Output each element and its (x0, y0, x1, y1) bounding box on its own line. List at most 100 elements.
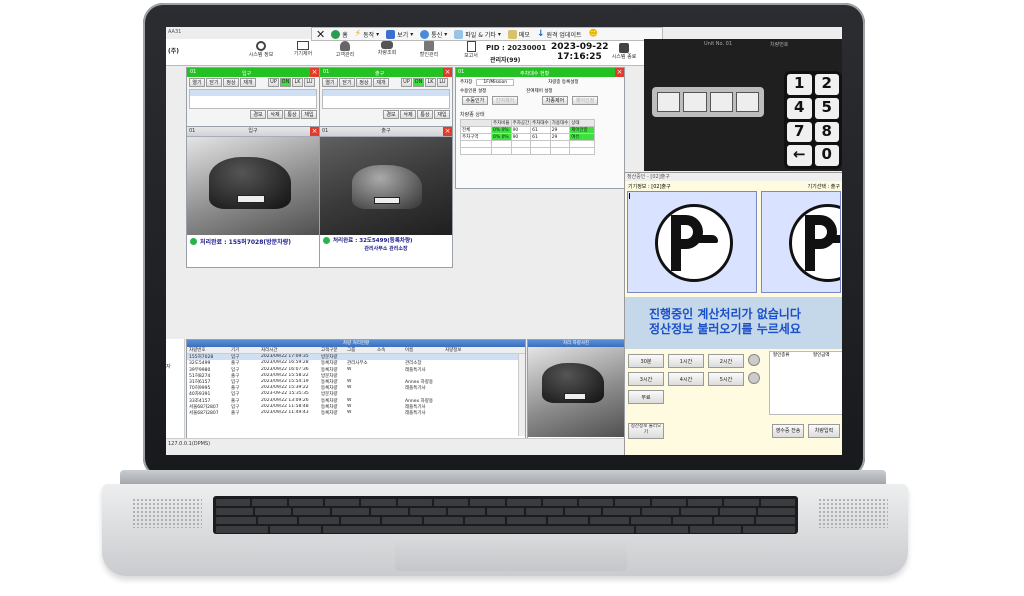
numeric-keypad: 1 2 4 5 7 8 ← 0 (784, 71, 842, 169)
lane-title: 입구 (242, 71, 252, 77)
right-speaker-grille (818, 498, 888, 528)
duration-buttons: 30분 1시간 2시간 3시간 4시간 5시간 무료 (625, 351, 769, 419)
key-4[interactable]: 4 (787, 97, 812, 119)
delete-button[interactable]: 삭제 (267, 110, 283, 119)
close-icon[interactable]: ✕ (316, 28, 325, 41)
duration-1h-button[interactable]: 1시간 (668, 354, 704, 368)
duration-30min-button[interactable]: 30분 (628, 354, 664, 368)
table-row (460, 147, 596, 155)
left-speaker-grille (132, 498, 202, 528)
home-menu[interactable]: 홈 (331, 29, 348, 39)
smiley-icon[interactable]: ☻ (588, 29, 597, 39)
parking-icon (789, 204, 841, 282)
duration-4h-button[interactable]: 4시간 (668, 372, 704, 386)
backspace-key[interactable]: ← (787, 145, 812, 166)
key-1[interactable]: 1 (787, 74, 812, 95)
payment-window: 정산중인 - [02]출구 기기정보 : [02]출구 기기선택 : 출구 진행… (624, 172, 842, 455)
normal-button[interactable]: 정상 (223, 78, 239, 87)
history-header: 차량번호 기기 처리시간 고객구분 그룹 소속 이름 처량정보 (187, 347, 525, 355)
vehicle-type-control-button[interactable]: 차종제어 (542, 96, 568, 105)
system-exit-button[interactable]: 시스템 종료 (609, 43, 639, 60)
view-menu[interactable]: 보기 ▾ (386, 29, 413, 39)
tag-icon (424, 41, 434, 51)
receipt-send-button[interactable]: 영수증 전송 (772, 424, 804, 438)
screen: AA31 (주) 시스템 정보 기기제어 고객관리 차량조회 할인관리 보고서 … (166, 27, 842, 455)
device-select[interactable]: 기기선택 : 출구 (808, 183, 840, 190)
manual-approve-button[interactable]: 수동인가 (462, 96, 488, 105)
alarm-button[interactable]: 경보 (250, 110, 266, 119)
pass-button[interactable]: 통상 (417, 110, 433, 119)
control-approve-button[interactable]: 제어인정 (572, 96, 598, 105)
duration-3h-button[interactable]: 3시간 (628, 372, 664, 386)
reenter-button[interactable]: 재입 (301, 110, 317, 119)
vehicle-input-button[interactable]: 차량입력 (808, 424, 840, 438)
duration-2h-button[interactable]: 2시간 (708, 354, 744, 368)
discount-button[interactable]: 할인관리 (408, 40, 450, 64)
alarm-button[interactable]: 경보 (383, 110, 399, 119)
key-8[interactable]: 8 (814, 121, 839, 143)
file-menu[interactable]: 파일 & 기타 ▾ (454, 29, 501, 39)
lightning-icon: ⚡ (354, 29, 362, 39)
duration-5h-button[interactable]: 5시간 (708, 372, 744, 386)
key-7[interactable]: 7 (787, 121, 812, 143)
open-gate-button[interactable]: 열기 (322, 78, 338, 87)
normal-button[interactable]: 정상 (356, 78, 372, 87)
close-gate-button[interactable]: 닫기 (206, 78, 222, 87)
entry-plate-result: 처리완료 : 155허7028(방문차량) (187, 235, 319, 247)
comm-menu[interactable]: 통신 ▾ (420, 29, 447, 39)
remote-update-button[interactable]: ↓ 원격 업데이트 (537, 29, 582, 39)
time-display: 17:16:25 (557, 52, 602, 62)
camera-title: 01 출구 × (320, 127, 452, 137)
payment-message: 진행중인 계산처리가 없습니다 정산정보 불러오기를 누르세요 (625, 297, 842, 349)
close-icon[interactable]: × (310, 127, 319, 136)
resume-button[interactable]: 재개 (240, 78, 256, 87)
key-5[interactable]: 5 (814, 97, 839, 119)
lane-number: 01 (187, 68, 319, 77)
close-icon[interactable]: × (310, 68, 319, 77)
memo-button[interactable]: 메모 (507, 29, 530, 39)
on-flag[interactable]: ON (280, 78, 291, 87)
system-info-button[interactable]: 시스템 정보 (240, 40, 282, 64)
lu-flag[interactable]: LU (437, 78, 448, 87)
parking-lot-select[interactable]: 1F/Mission (476, 79, 515, 86)
key-0[interactable]: 0 (814, 145, 839, 166)
text-cursor (629, 193, 630, 199)
exit-plate-result: 처리완료 : 32도5499(등록차량) (320, 235, 452, 245)
clear-icon[interactable] (748, 372, 760, 384)
action-menu[interactable]: ⚡ 동작 ▾ (355, 29, 379, 39)
close-gate-button[interactable]: 닫기 (339, 78, 355, 87)
window-title: AA31 (168, 29, 182, 35)
date-display: 2023-09-22 (551, 42, 609, 52)
plate-input-boxes[interactable] (652, 87, 764, 117)
up-flag[interactable]: UP (401, 78, 412, 87)
clear-icon[interactable] (748, 354, 760, 366)
lk-flag[interactable]: LK (292, 78, 303, 87)
reenter-button[interactable]: 재입 (434, 110, 450, 119)
resume-button[interactable]: 재개 (373, 78, 389, 87)
key-2[interactable]: 2 (814, 74, 839, 95)
up-flag[interactable]: UP (268, 78, 279, 87)
close-icon[interactable]: × (443, 68, 452, 77)
admin-label: 관리자(99) (490, 57, 521, 64)
lk-flag[interactable]: LK (425, 78, 436, 87)
free-button[interactable]: 무료 (628, 390, 664, 404)
exit-camera-image (320, 137, 452, 235)
load-settlement-button[interactable]: 정산정보 불러오기 (628, 423, 664, 439)
close-icon[interactable]: × (443, 127, 452, 136)
open-gate-button[interactable]: 열기 (189, 78, 205, 87)
close-icon[interactable]: × (615, 68, 624, 77)
history-scrollbar[interactable] (518, 354, 525, 436)
on-flag[interactable]: ON (413, 78, 424, 87)
lu-flag[interactable]: LU (304, 78, 315, 87)
delete-button[interactable]: 삭제 (400, 110, 416, 119)
remaining-control-button[interactable]: 잔여제어 (492, 96, 518, 105)
vehicle-history-panel: 차량 처리현황 차량번호 기기 처리시간 고객구분 그룹 소속 이름 처량정보 155허702… (186, 339, 526, 439)
customer-button[interactable]: 고객관리 (324, 40, 366, 64)
pass-button[interactable]: 통상 (284, 110, 300, 119)
device-control-button[interactable]: 기기제어 (282, 40, 324, 64)
vehicle-lookup-button[interactable]: 차량조회 (366, 40, 408, 64)
exit-extra-info: 관리사무소 관리소장 (364, 246, 408, 252)
table-row[interactable]: 서울68가2807 출구 2023/09/22 11:49:43 등록차량 W 래플특기사 (187, 410, 525, 416)
history-title: 차량 처리현황 (187, 340, 525, 347)
home-icon (331, 29, 341, 39)
